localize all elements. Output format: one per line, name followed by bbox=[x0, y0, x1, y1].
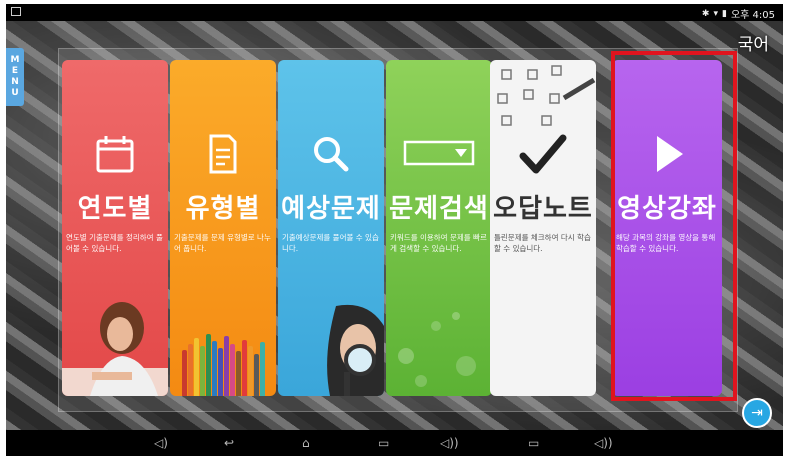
status-time: 오후 4:05 bbox=[730, 10, 775, 21]
notification-icon bbox=[11, 7, 21, 16]
card-wrong-answer-note[interactable]: 오답노트 틀린문제를 체크하여 다시 학습할 수 있습니다. bbox=[490, 60, 596, 396]
back-icon[interactable]: ↩ bbox=[224, 436, 234, 450]
calendar-icon bbox=[62, 132, 168, 176]
card-title: 유형별 bbox=[185, 194, 261, 224]
checkbox-sheet-illustration bbox=[497, 65, 596, 126]
exit-icon: ⇥ bbox=[751, 405, 763, 421]
bluetooth-icon: ✱ bbox=[701, 8, 710, 19]
status-bar: ✱ ▾ ▮ 오후 4:05 bbox=[6, 4, 783, 21]
volume-down-icon[interactable]: ◁) bbox=[154, 436, 168, 450]
student-illustration bbox=[62, 302, 168, 396]
card-description: 키워드를 이용하여 문제를 빠르게 검색할 수 있습니다. bbox=[390, 233, 487, 253]
pencils-illustration bbox=[170, 326, 276, 396]
checkmark-icon bbox=[490, 132, 596, 176]
volume-up-icon[interactable]: ◁)) bbox=[440, 436, 459, 450]
card-by-type[interactable]: 유형별 기출문제를 문제 유형별로 나누어 풉니다. bbox=[170, 60, 276, 396]
menu-tab[interactable]: M E N U bbox=[6, 48, 24, 106]
card-description: 기출예상문제를 풀어볼 수 있습니다. bbox=[282, 233, 379, 253]
recents-icon[interactable]: ▭ bbox=[378, 436, 389, 450]
card-title: 연도별 bbox=[77, 194, 153, 224]
volume-up-icon[interactable]: ◁)) bbox=[594, 436, 613, 450]
card-title: 오답노트 bbox=[493, 194, 593, 224]
card-expected-questions[interactable]: 예상문제 기출예상문제를 풀어볼 수 있습니다. bbox=[278, 60, 384, 396]
card-description: 기출문제를 문제 유형별로 나누어 풉니다. bbox=[174, 233, 271, 253]
navigation-bar: ◁) ↩ ⌂ ▭ ◁)) ▭ ◁)) bbox=[6, 430, 783, 456]
language-label[interactable]: 국어 bbox=[738, 30, 769, 55]
dropdown-icon bbox=[386, 132, 492, 176]
recents-icon[interactable]: ▭ bbox=[528, 436, 539, 450]
wifi-icon: ▾ bbox=[713, 8, 718, 19]
card-description: 연도별 기출문제를 정리하여 풀어볼 수 있습니다. bbox=[66, 233, 163, 253]
card-title: 문제검색 bbox=[389, 194, 489, 224]
card-description: 틀린문제를 체크하여 다시 학습할 수 있습니다. bbox=[494, 233, 591, 253]
home-icon[interactable]: ⌂ bbox=[302, 436, 310, 450]
card-question-search[interactable]: 문제검색 키워드를 이용하여 문제를 빠르게 검색할 수 있습니다. bbox=[386, 60, 492, 396]
magnifier-girl-illustration bbox=[327, 304, 384, 396]
selection-highlight bbox=[611, 51, 737, 401]
water-drops-illustration bbox=[398, 312, 476, 387]
card-title: 예상문제 bbox=[281, 194, 381, 224]
document-icon bbox=[170, 132, 276, 176]
card-by-year[interactable]: 연도별 연도별 기출문제를 정리하여 풀어볼 수 있습니다. bbox=[62, 60, 168, 396]
exit-button[interactable]: ⇥ bbox=[742, 398, 772, 428]
search-icon bbox=[278, 132, 384, 176]
app-screen: ✱ ▾ ▮ 오후 4:05 국어 M E N U 연도별 연도별 기출문제를 정… bbox=[6, 4, 783, 456]
battery-icon: ▮ bbox=[722, 8, 727, 19]
